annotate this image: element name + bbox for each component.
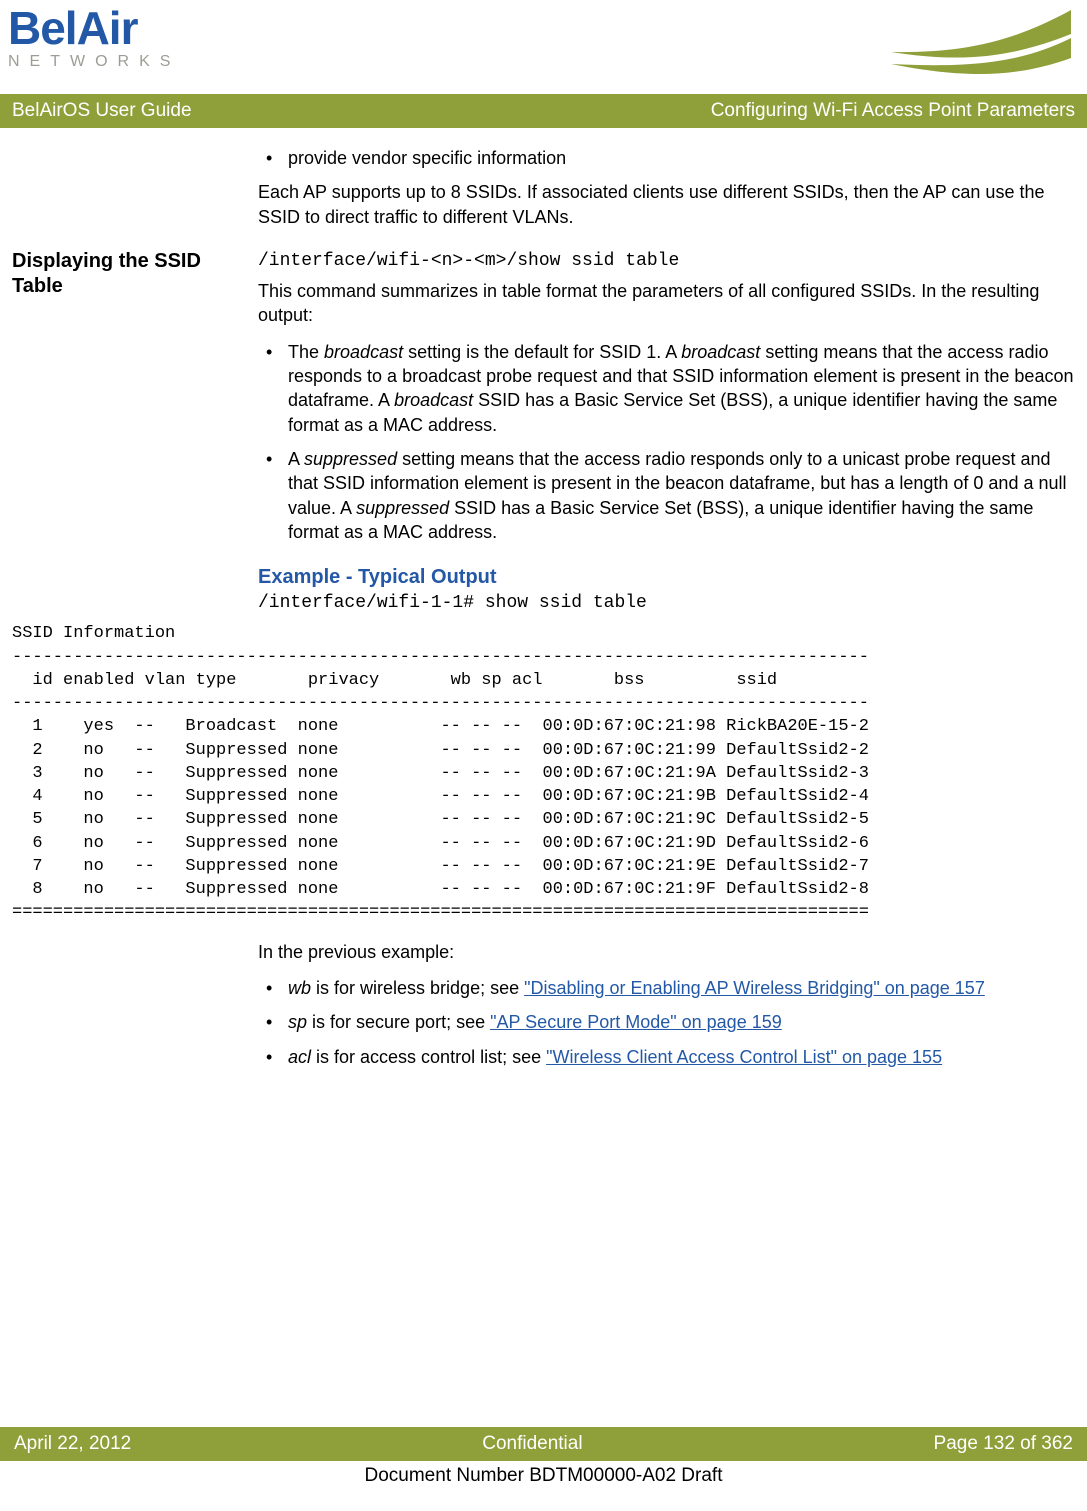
swoosh-icon xyxy=(891,8,1071,88)
bullet-suppressed: A suppressed setting means that the acce… xyxy=(258,447,1075,544)
table-row: 4 no -- Suppressed none -- -- -- 00:0D:6… xyxy=(12,786,1075,807)
footer-page: Page 132 of 362 xyxy=(934,1433,1073,1455)
title-bar: BelAirOS User Guide Configuring Wi-Fi Ac… xyxy=(0,94,1087,128)
intro-bullet: provide vendor specific information xyxy=(258,146,1075,170)
bullet-broadcast: The broadcast setting is the default for… xyxy=(258,340,1075,437)
description: This command summarizes in table format … xyxy=(258,279,1075,328)
logo-bottom: NETWORKS xyxy=(8,53,180,71)
table-header: id enabled vlan type privacy wb sp acl b… xyxy=(12,670,1075,691)
footer-document-number: Document Number BDTM00000-A02 Draft xyxy=(0,1461,1087,1487)
link-acl[interactable]: "Wireless Client Access Control List" on… xyxy=(546,1047,942,1067)
intro-paragraph: Each AP supports up to 8 SSIDs. If assoc… xyxy=(258,180,1075,229)
logo-top: BelAir xyxy=(8,8,180,49)
table-row: 3 no -- Suppressed none -- -- -- 00:0D:6… xyxy=(12,763,1075,784)
footer-date: April 22, 2012 xyxy=(14,1433,131,1455)
table-row: 1 yes -- Broadcast none -- -- -- 00:0D:6… xyxy=(12,716,1075,737)
link-sp[interactable]: "AP Secure Port Mode" on page 159 xyxy=(490,1012,782,1032)
table-row: 5 no -- Suppressed none -- -- -- 00:0D:6… xyxy=(12,809,1075,830)
command-syntax: /interface/wifi-<n>-<m>/show ssid table xyxy=(258,249,1075,273)
table-row: 8 no -- Suppressed none -- -- -- 00:0D:6… xyxy=(12,879,1075,900)
link-wb[interactable]: "Disabling or Enabling AP Wireless Bridg… xyxy=(524,978,985,998)
footer-bar: April 22, 2012 Confidential Page 132 of … xyxy=(0,1427,1087,1461)
guide-title: BelAirOS User Guide xyxy=(12,100,192,122)
logo: BelAir NETWORKS xyxy=(8,8,180,71)
footer-confidential: Confidential xyxy=(482,1433,582,1455)
def-acl: acl is for access control list; see "Wir… xyxy=(258,1045,1075,1069)
table-end: ========================================… xyxy=(12,902,1075,923)
example-command: /interface/wifi-1-1# show ssid table xyxy=(258,591,1075,615)
section-heading: Displaying the SSID Table xyxy=(12,249,258,299)
post-example-text: In the previous example: xyxy=(258,940,1075,964)
def-wb: wb is for wireless bridge; see "Disablin… xyxy=(258,976,1075,1000)
table-separator-mid: ----------------------------------------… xyxy=(12,693,1075,714)
section-title: Configuring Wi-Fi Access Point Parameter… xyxy=(711,100,1075,122)
table-separator-top: ----------------------------------------… xyxy=(12,647,1075,668)
example-heading: Example - Typical Output xyxy=(258,564,1075,591)
table-row: 2 no -- Suppressed none -- -- -- 00:0D:6… xyxy=(12,740,1075,761)
def-sp: sp is for secure port; see "AP Secure Po… xyxy=(258,1010,1075,1034)
table-row: 6 no -- Suppressed none -- -- -- 00:0D:6… xyxy=(12,833,1075,854)
table-row: 7 no -- Suppressed none -- -- -- 00:0D:6… xyxy=(12,856,1075,877)
ssid-table-title: SSID Information xyxy=(12,623,1075,644)
